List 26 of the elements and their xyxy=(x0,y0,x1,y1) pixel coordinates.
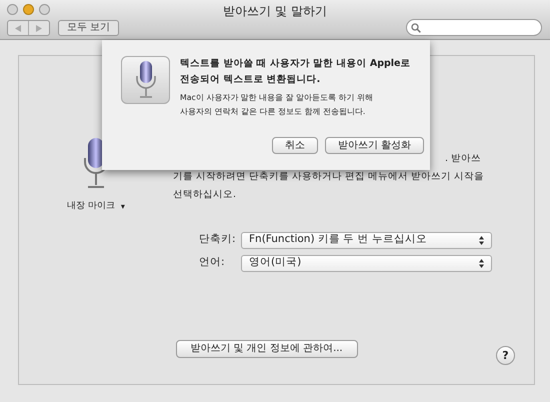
window-title: 받아쓰기 및 말하기 xyxy=(223,3,327,20)
setting-label: 언어: xyxy=(198,255,226,270)
popup-menu[interactable]: Fn(Function) 키를 두 번 누르십시오 xyxy=(241,232,492,248)
setting-label: 단축키: xyxy=(198,232,237,248)
stepper-arrows-icon xyxy=(479,236,484,244)
description-text-fragment: . 받아쓰 xyxy=(444,152,481,166)
popup-menu[interactable]: 영어(미국) xyxy=(241,254,492,272)
show-all-button[interactable]: 모두 보기 xyxy=(58,20,120,36)
help-button[interactable]: ? xyxy=(496,346,515,365)
search-icon xyxy=(411,22,421,32)
close-button[interactable] xyxy=(7,4,18,15)
minimize-button[interactable] xyxy=(23,4,34,15)
back-forward-buttons[interactable] xyxy=(7,20,50,36)
search-field[interactable] xyxy=(406,19,542,36)
description-text: 기를 시작하려면 단축키를 사용하거나 편집 메뉴에서 받아쓰기 시작을 선택하십시오. xyxy=(173,170,486,202)
zoom-button[interactable] xyxy=(39,4,50,15)
alert-title: 텍스트를 받아쓸 때 사용자가 말한 내용이 Apple로 전송되어 텍스트로 변환됩니다. xyxy=(180,57,412,87)
privacy-info-button[interactable]: 받아쓰기 및 개인 정보에 관하여... xyxy=(176,340,358,358)
input-device-label[interactable]: 내장 마이크 xyxy=(67,200,115,214)
caret-icon[interactable]: ▾ xyxy=(120,200,125,213)
forward-arrow-icon xyxy=(36,24,42,32)
dialog-button[interactable]: 취소 xyxy=(272,137,318,154)
dialog-button[interactable]: 받아쓰기 활성화 xyxy=(324,137,424,154)
back-arrow-icon xyxy=(15,24,21,32)
stepper-arrows-icon xyxy=(479,258,484,268)
microphone-icon xyxy=(134,61,156,99)
